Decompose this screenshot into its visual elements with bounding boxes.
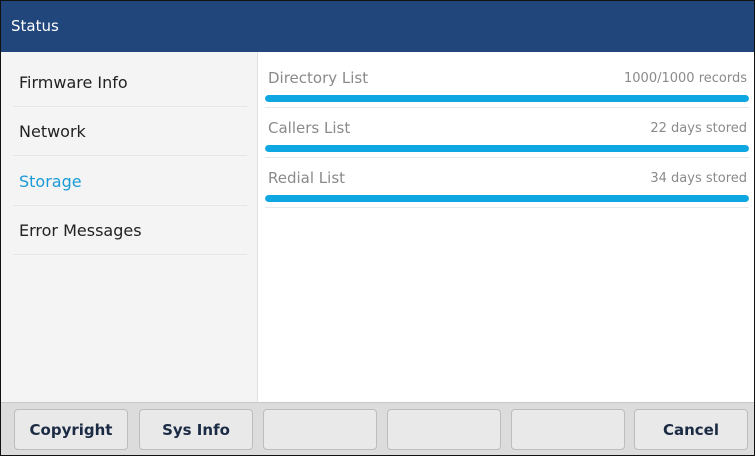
storage-row-directory-list: Directory List 1000/1000 records: [265, 58, 749, 108]
storage-row-value: 22 days stored: [650, 121, 747, 136]
storage-progress-bar: [265, 145, 749, 152]
copyright-button[interactable]: Copyright: [14, 409, 128, 450]
storage-row-value: 1000/1000 records: [624, 71, 747, 86]
storage-progress-bar: [265, 95, 749, 102]
page-title: Status: [11, 17, 59, 35]
sidebar-item-error-messages[interactable]: Error Messages: [13, 206, 247, 255]
sys-info-button[interactable]: Sys Info: [139, 409, 253, 450]
storage-row-label: Directory List: [268, 69, 369, 87]
status-screen: Status Firmware Info Network Storage Err…: [0, 0, 755, 456]
storage-progress-fill: [265, 195, 749, 202]
softkey-empty-5[interactable]: [511, 409, 625, 450]
sidebar-item-firmware-info[interactable]: Firmware Info: [13, 58, 247, 107]
sidebar-item-label: Network: [19, 122, 86, 141]
sidebar: Firmware Info Network Storage Error Mess…: [1, 52, 258, 402]
storage-progress-fill: [265, 145, 749, 152]
softkey-empty-4[interactable]: [387, 409, 501, 450]
sidebar-item-label: Storage: [19, 172, 82, 191]
softkey-empty-3[interactable]: [263, 409, 377, 450]
storage-row-callers-list: Callers List 22 days stored: [265, 108, 749, 158]
sidebar-item-network[interactable]: Network: [13, 107, 247, 156]
title-bar: Status: [1, 1, 754, 52]
storage-row-redial-list: Redial List 34 days stored: [265, 158, 749, 208]
sidebar-item-storage[interactable]: Storage: [13, 157, 247, 206]
sidebar-item-label: Firmware Info: [19, 73, 128, 92]
storage-row-label: Callers List: [268, 119, 351, 137]
softkey-bar: Copyright Sys Info Cancel: [1, 402, 754, 455]
storage-progress-fill: [265, 95, 749, 102]
storage-panel: Directory List 1000/1000 records Callers…: [258, 52, 754, 402]
storage-row-label: Redial List: [268, 169, 346, 187]
storage-progress-bar: [265, 195, 749, 202]
cancel-button[interactable]: Cancel: [634, 409, 748, 450]
storage-row-value: 34 days stored: [650, 171, 747, 186]
sidebar-item-label: Error Messages: [19, 221, 142, 240]
